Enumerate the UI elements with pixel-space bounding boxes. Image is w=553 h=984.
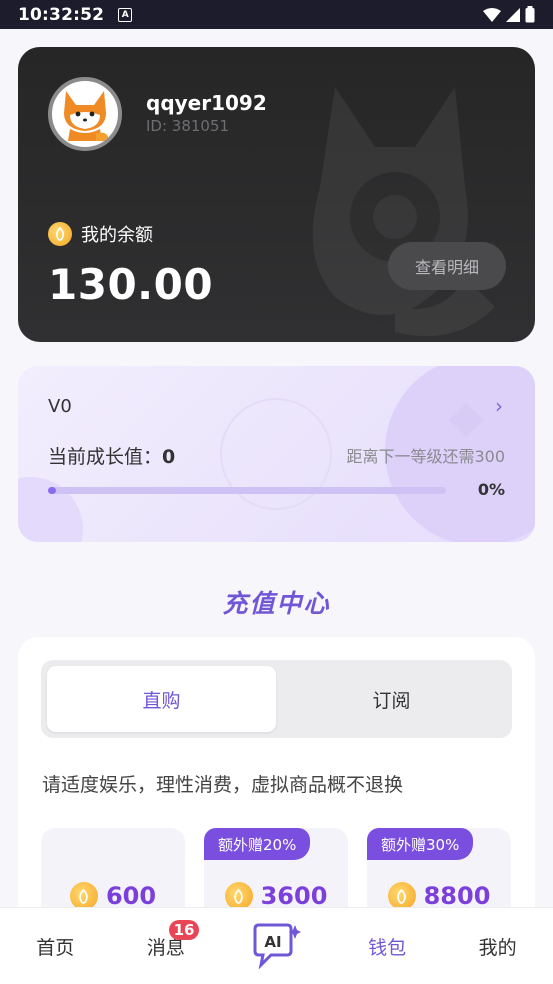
coin-icon — [69, 882, 98, 910]
tab-direct-purchase[interactable]: 直购 — [47, 666, 276, 732]
balance-amount: 130.00 — [48, 260, 214, 309]
package-amount-value: 600 — [105, 882, 157, 910]
nav-wallet[interactable]: 钱包 — [332, 908, 443, 984]
status-time: 10:32:52 — [18, 4, 105, 25]
view-details-button[interactable]: 查看明细 — [388, 242, 506, 290]
avatar[interactable] — [48, 77, 122, 151]
nav-home[interactable]: 首页 — [0, 908, 111, 984]
nav-label: 钱包 — [368, 936, 407, 959]
nav-messages[interactable]: 消息 16 — [111, 908, 222, 984]
nav-ai[interactable]: AI — [221, 908, 332, 984]
notification-app-icon: A — [118, 7, 133, 22]
username: qqyer1092 — [146, 91, 267, 115]
bonus-badge: 额外赠20% — [204, 828, 311, 860]
level-card[interactable]: V0 › 当前成长值：0 距离下一等级还需300 0% — [18, 366, 535, 542]
status-icons — [483, 6, 535, 23]
balance-label: 我的余额 — [81, 225, 153, 246]
nav-label: 我的 — [478, 936, 517, 959]
package-amount: 600 — [41, 882, 185, 910]
package-amount-value: 3600 — [260, 882, 328, 910]
level-name: V0 — [48, 396, 72, 417]
nav-label: 首页 — [36, 936, 75, 959]
unread-badge: 16 — [168, 920, 200, 940]
battery-icon — [525, 6, 535, 23]
growth-label-text: 当前成长值： — [48, 446, 163, 468]
coin-icon — [48, 222, 72, 246]
svg-text:AI: AI — [265, 933, 282, 951]
purchase-tabs: 直购 订阅 — [41, 660, 512, 738]
tab-subscription[interactable]: 订阅 — [277, 666, 506, 732]
growth-label: 当前成长值：0 — [48, 442, 175, 469]
fox-watermark-icon — [312, 87, 495, 337]
balance-label-row: 我的余额 — [48, 221, 153, 247]
balance-card: qqyer1092 ID: 381051 我的余额 130.00 查看明细 — [18, 47, 535, 342]
package-amount: 8800 — [367, 882, 511, 910]
signal-icon — [506, 7, 520, 22]
fox-avatar-icon — [64, 91, 109, 141]
ai-chat-icon: AI — [253, 923, 302, 969]
level-progress-bar — [48, 487, 446, 494]
status-bar: 10:32:52 A — [0, 0, 553, 29]
recharge-title: 充值中心 — [222, 589, 331, 618]
nav-profile[interactable]: 我的 — [442, 908, 553, 984]
coin-icon — [387, 882, 416, 910]
package-amount: 3600 — [204, 882, 348, 910]
purchase-notice: 请适度娱乐，理性消费，虚拟商品概不退换 — [42, 774, 404, 796]
package-amount-value: 8800 — [423, 882, 491, 910]
user-id: ID: 381051 — [146, 117, 230, 135]
chevron-right-icon[interactable]: › — [495, 394, 503, 418]
next-level-requirement: 距离下一等级还需300 — [346, 447, 505, 466]
growth-value: 0 — [162, 446, 176, 468]
bonus-badge: 额外赠30% — [367, 828, 474, 860]
level-progress-percent: 0% — [477, 480, 505, 499]
level-progress-fill — [48, 487, 56, 494]
wifi-icon — [483, 7, 501, 22]
bottom-nav: 首页 消息 16 AI 钱包 我的 — [0, 907, 553, 984]
coin-icon — [224, 882, 253, 910]
